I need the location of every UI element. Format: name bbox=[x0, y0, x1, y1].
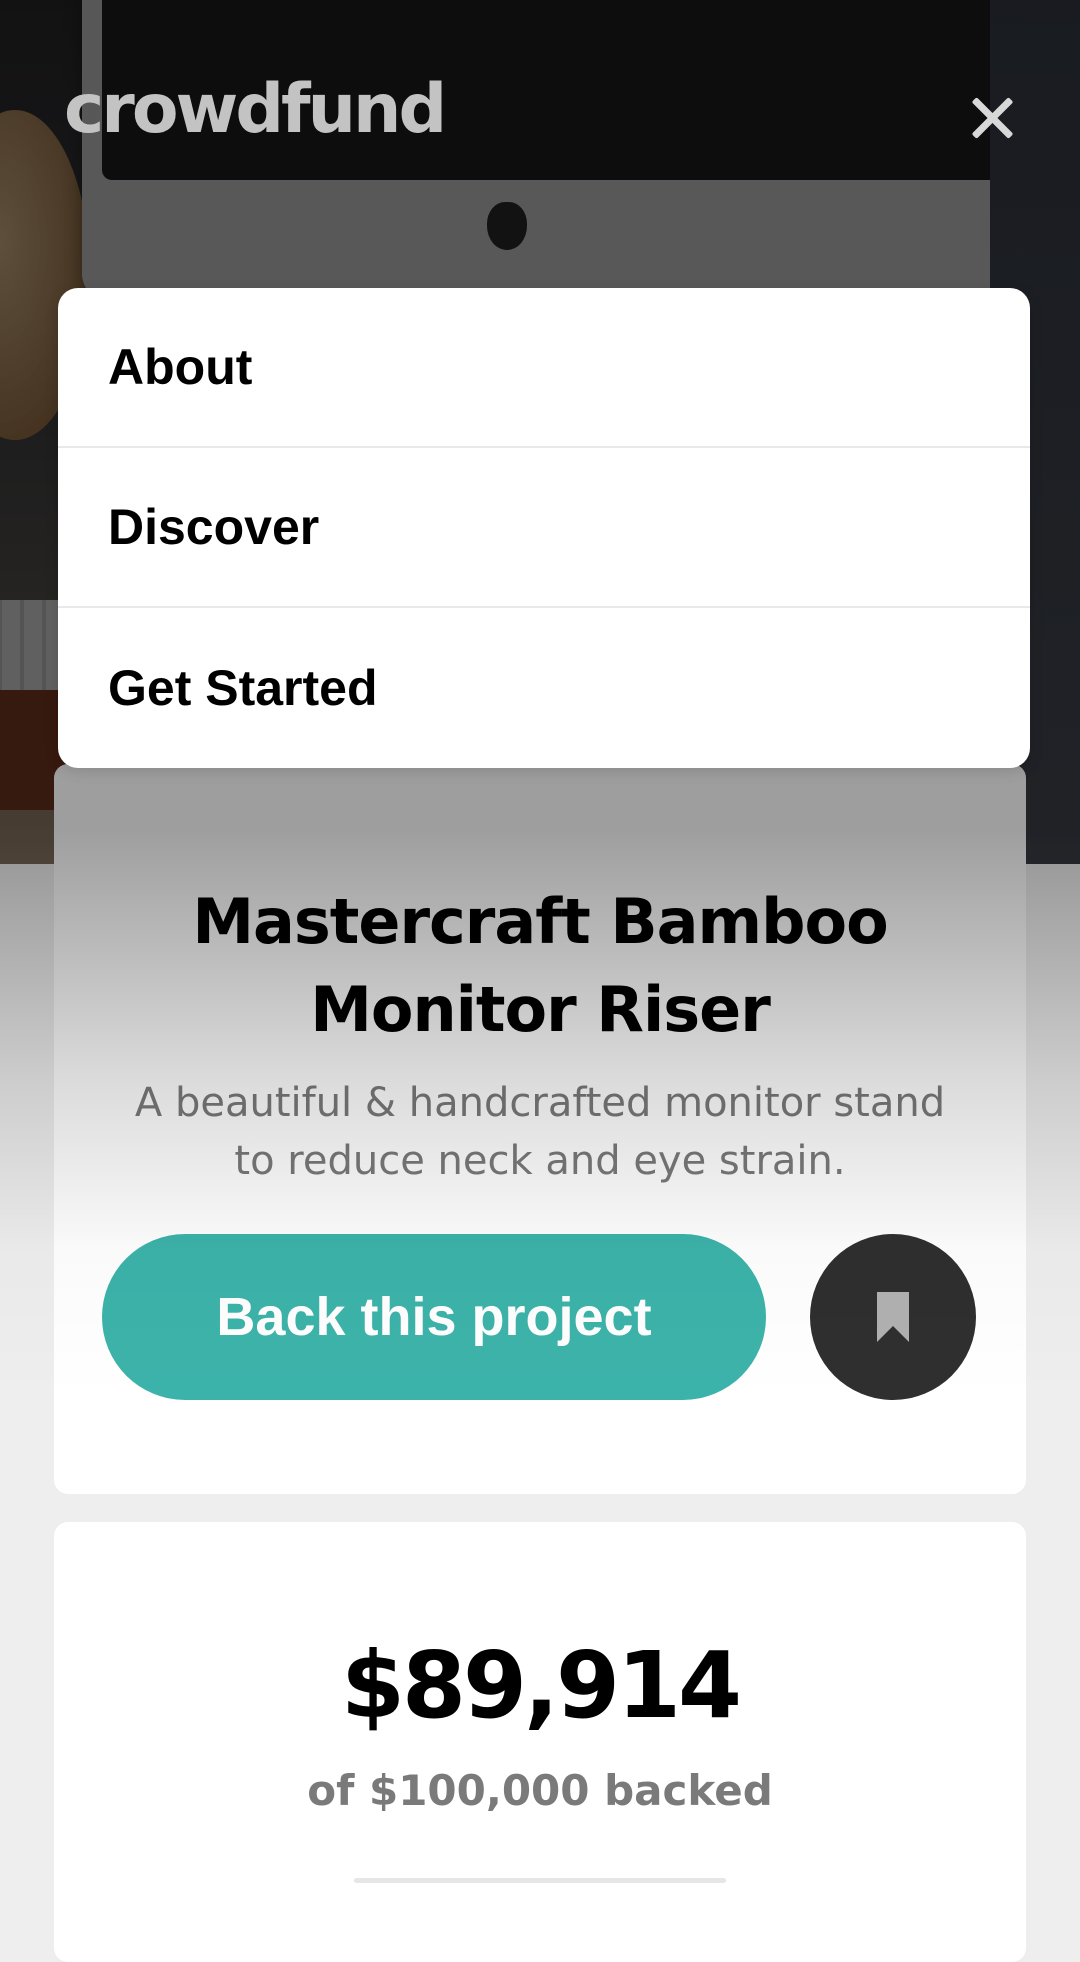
menu-item-discover[interactable]: Discover bbox=[58, 448, 1030, 608]
stats-card: $89,914 of $100,000 backed bbox=[54, 1522, 1026, 1962]
project-card: Mastercraft Bamboo Monitor Riser A beaut… bbox=[54, 764, 1026, 1494]
project-description: A beautiful & handcrafted monitor stand … bbox=[134, 1080, 946, 1184]
menu-item-about[interactable]: About bbox=[58, 288, 1030, 448]
project-title: Mastercraft Bamboo Monitor Riser bbox=[192, 885, 888, 1046]
logo[interactable]: crowdfund bbox=[64, 76, 447, 144]
amount-backed: $89,914 bbox=[340, 1632, 742, 1739]
back-project-button[interactable]: Back this project bbox=[102, 1234, 766, 1400]
close-icon[interactable] bbox=[966, 92, 1018, 144]
bookmark-icon bbox=[877, 1292, 909, 1342]
goal-text: of $100,000 backed bbox=[307, 1766, 773, 1815]
mobile-menu: About Discover Get Started bbox=[58, 288, 1030, 768]
divider bbox=[354, 1878, 726, 1883]
bookmark-button[interactable] bbox=[810, 1234, 976, 1400]
menu-item-get-started[interactable]: Get Started bbox=[58, 608, 1030, 768]
